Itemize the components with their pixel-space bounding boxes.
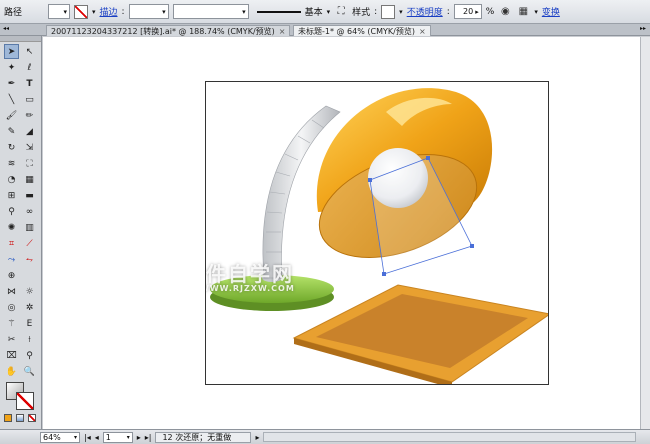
rotate-tool-icon[interactable]: ↻ <box>4 140 19 155</box>
stroke-dropdown-icon[interactable]: ▾ <box>92 8 96 16</box>
close-icon[interactable]: × <box>419 27 426 36</box>
artboard[interactable]: 软件自学网 WWW.RJZXW.COM <box>205 81 549 385</box>
live-paint-selection-tool-icon[interactable]: ⥊ <box>22 252 37 267</box>
brush-definition-preview <box>256 10 301 13</box>
stroke-swatch[interactable] <box>16 392 34 410</box>
tools-panel-grip[interactable] <box>0 36 41 42</box>
transform-panel-link[interactable]: 变换 <box>542 5 560 18</box>
zoom-level-field[interactable]: 64% ▾ <box>40 431 80 443</box>
line-tool-icon[interactable]: ╲ <box>4 92 19 107</box>
blend-tool-icon[interactable]: ∞ <box>22 204 37 219</box>
symbol-sprayer-tool-icon[interactable]: ✺ <box>4 220 19 235</box>
twirl-tool-icon[interactable]: ◎ <box>4 300 19 315</box>
opacity-unit: % <box>485 6 495 17</box>
eyedropper-2-tool-icon[interactable]: ⚲ <box>22 348 37 363</box>
crystallize-tool-icon[interactable]: Ε <box>22 316 37 331</box>
first-artboard-icon[interactable]: |◂ <box>84 433 91 442</box>
gradient-mode-icon[interactable] <box>16 414 24 422</box>
gradient-tool-icon[interactable]: ▬ <box>22 188 37 203</box>
panel-expand-icon[interactable]: ▸▸ <box>640 25 646 32</box>
mesh-tool-icon[interactable]: ⊞ <box>4 188 19 203</box>
variable-width-profile[interactable]: ▾ <box>172 4 249 19</box>
tab-document-1[interactable]: 20071123204337212 [转换].ai* @ 188.74% (CM… <box>46 25 291 36</box>
crop-tool-icon[interactable]: ⌧ <box>4 348 19 363</box>
direct-selection-tool-icon[interactable]: ↖ <box>22 44 37 59</box>
artboard-number-field[interactable]: 1 ▾ <box>102 431 133 443</box>
style-label: 样式 <box>352 8 371 18</box>
blob-brush-tool-icon[interactable]: ✎ <box>4 124 19 139</box>
live-paint-tool-icon[interactable]: ⤳ <box>4 252 19 267</box>
slice-tool-icon[interactable]: ⟋ <box>22 236 37 251</box>
stroke-none-swatch[interactable] <box>74 4 88 19</box>
status-bar: 64% ▾ |◂ ◂ 1 ▾ ▸ ▸| 12 次还原；无重做 ▸ <box>0 429 650 444</box>
stroke-weight-unit: : <box>121 6 125 17</box>
status-menu-icon[interactable]: ▸ <box>255 433 259 442</box>
selection-tool-icon[interactable]: ➤ <box>4 44 19 59</box>
illustrator-window: 路径 ▾ ▾ 描边 : ▾ ▾ 基本 ▾ ⛶ 样式 : ▾ 不透明度 : 20 ▸… <box>0 0 650 444</box>
stroke-weight-field[interactable]: ▾ <box>128 4 169 19</box>
fill-color-picker[interactable]: ▾ <box>48 4 70 19</box>
free-transform-tool-icon[interactable]: ⛶ <box>22 156 37 171</box>
align-icon[interactable]: ▦ <box>516 5 530 19</box>
opacity-colon: : <box>446 6 450 17</box>
shape-builder-tool-icon[interactable]: ◔ <box>4 172 19 187</box>
scissors-tool-icon[interactable]: ✂ <box>4 332 19 347</box>
magic-wand-tool-icon[interactable]: ✦ <box>4 60 19 75</box>
pencil-tool-icon[interactable]: ✏ <box>22 108 37 123</box>
undo-status-text[interactable]: 12 次还原；无重做 <box>155 431 252 443</box>
flare-tool-icon[interactable]: ☼ <box>22 284 37 299</box>
column-graph-tool-icon[interactable]: ▥ <box>22 220 37 235</box>
align-dropdown-icon[interactable]: ▾ <box>534 8 538 16</box>
previous-artboard-icon[interactable]: ◂ <box>95 433 99 442</box>
tab-document-2[interactable]: 未标题-1* @ 64% (CMYK/预览) × <box>293 25 431 36</box>
warp-tool-icon[interactable]: ≋ <box>4 156 19 171</box>
opacity-field[interactable]: 20 ▸ <box>453 4 482 19</box>
paintbrush-tool-icon[interactable]: 🖌 <box>4 108 19 123</box>
style-swatch-icon[interactable]: ⛶ <box>334 5 348 19</box>
vertical-scrollbar[interactable] <box>640 37 650 429</box>
style-dropdown-icon[interactable]: ▾ <box>399 8 403 16</box>
none-mode-icon[interactable] <box>28 414 36 422</box>
desk-lamp-illustration[interactable] <box>206 82 549 385</box>
style-colon: : <box>374 6 378 17</box>
color-mode-icon[interactable] <box>4 414 12 422</box>
pucker-tool-icon[interactable]: ✲ <box>22 300 37 315</box>
stroke-panel-link[interactable]: 描边 <box>100 5 118 18</box>
rectangle-tool-icon[interactable]: ▭ <box>22 92 37 107</box>
opacity-panel-link[interactable]: 不透明度 <box>407 5 443 18</box>
next-artboard-icon[interactable]: ▸ <box>137 433 141 442</box>
brush-profile-dropdown-icon[interactable]: ▾ <box>327 8 331 16</box>
eraser-tool-icon[interactable]: ◢ <box>22 124 37 139</box>
hand-tool-icon[interactable]: ✋ <box>4 364 19 379</box>
canvas-workspace[interactable]: 软件自学网 WWW.RJZXW.COM <box>43 37 650 429</box>
close-icon[interactable]: × <box>279 27 286 36</box>
graphic-style-swatch[interactable] <box>381 4 396 19</box>
last-artboard-icon[interactable]: ▸| <box>145 433 152 442</box>
panel-collapse-icon[interactable]: ◂◂ <box>3 25 9 32</box>
zoom-tool-icon[interactable]: 🔍 <box>22 364 37 379</box>
scale-tool-icon[interactable]: ⇲ <box>22 140 37 155</box>
horizontal-scrollbar[interactable] <box>263 432 636 442</box>
watermark-text: 软件自学网 <box>205 262 294 286</box>
selection-type-label: 路径 <box>4 8 23 18</box>
document-tab-row: ◂◂ 20071123204337212 [转换].ai* @ 188.74% … <box>0 24 650 36</box>
artboard-tool-icon[interactable]: ⌗ <box>4 236 19 251</box>
lasso-tool-icon[interactable]: ℓ <box>22 60 37 75</box>
perspective-grid-tool-icon[interactable]: ▦ <box>22 172 37 187</box>
watermark-url: WWW.RJZXW.COM <box>205 284 295 293</box>
control-bar: 路径 ▾ ▾ 描边 : ▾ ▾ 基本 ▾ ⛶ 样式 : ▾ 不透明度 : 20 ▸… <box>0 0 650 24</box>
knife-tool-icon[interactable]: ⟊ <box>22 332 37 347</box>
brush-profile-label[interactable]: 基本 <box>305 5 323 18</box>
tools-panel: ➤ ↖ ✦ ℓ ✒ T ╲ ▭ 🖌 ✏ ✎ ◢ ↻ ⇲ ≋ ⛶ ◔ ▦ ⊞ ▬ … <box>0 36 42 430</box>
width-tool-icon[interactable]: ⋈ <box>4 284 19 299</box>
pen-tool-icon[interactable]: ✒ <box>4 76 19 91</box>
target-tool-icon[interactable]: ⊕ <box>4 268 19 283</box>
type-tool-icon[interactable]: T <box>22 76 37 91</box>
recolor-artwork-icon[interactable]: ◉ <box>498 5 512 19</box>
scallop-tool-icon[interactable]: ⚚ <box>4 316 19 331</box>
eyedropper-tool-icon[interactable]: ⚲ <box>4 204 19 219</box>
